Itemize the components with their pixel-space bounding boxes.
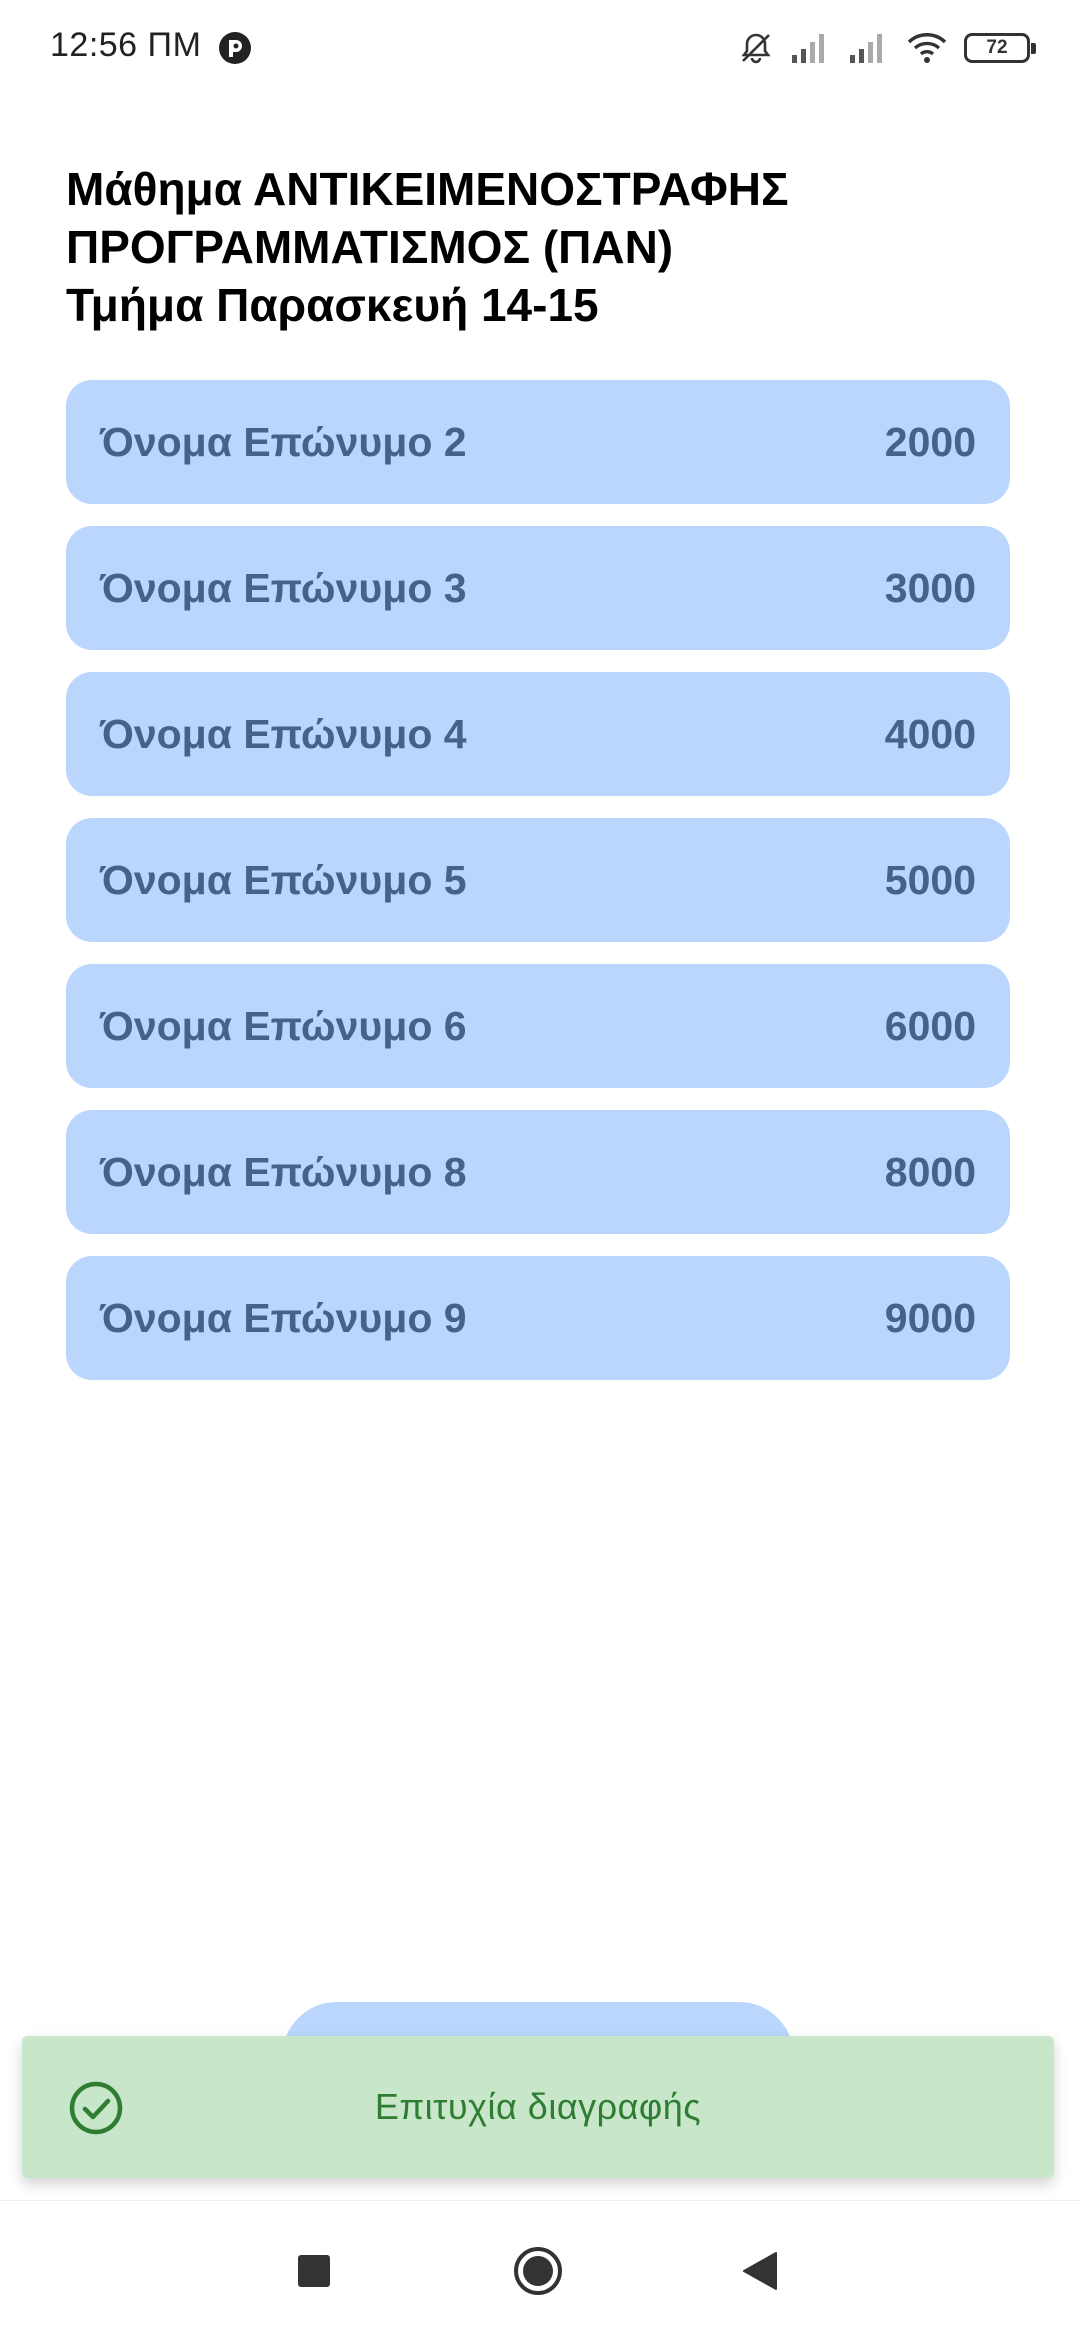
status-icons: 72 <box>738 28 1036 68</box>
square-icon <box>298 2255 330 2287</box>
student-name: Όνομα Επώνυμο 3 <box>100 564 467 611</box>
page-title: Μάθημα ΑΝΤΙΚΕΙΜΕΝΟΣΤΡΑΦΗΣ ΠΡΟΓΡΑΜΜΑΤΙΣΜΟ… <box>66 160 1026 334</box>
title-line-course: Μάθημα ΑΝΤΙΚΕΙΜΕΝΟΣΤΡΑΦΗΣ <box>66 163 789 215</box>
student-score: 4000 <box>884 710 976 757</box>
student-score: 3000 <box>884 564 976 611</box>
mute-bell-icon <box>741 33 771 64</box>
student-name: Όνομα Επώνυμο 9 <box>100 1294 467 1341</box>
status-time: 12:56 ΠΜ <box>50 26 202 64</box>
signal-icon-1 <box>792 34 824 63</box>
back-button[interactable] <box>730 2241 790 2301</box>
success-toast: Επιτυχία διαγραφής <box>22 2036 1054 2178</box>
app-screen: 12:56 ΠΜ 72 Μάθημα ΑΝΤΙΚΕΙΜΕΝΟΣΤΡΑΦΗΣ ΠΡ… <box>0 0 1080 2340</box>
status-bar: 12:56 ΠΜ 72 <box>0 0 1080 96</box>
student-score: 2000 <box>884 418 976 465</box>
student-list: Όνομα Επώνυμο 2 2000 Όνομα Επώνυμο 3 300… <box>66 380 1010 1402</box>
student-name: Όνομα Επώνυμο 6 <box>100 1002 467 1049</box>
student-row[interactable]: Όνομα Επώνυμο 2 2000 <box>66 380 1010 504</box>
student-score: 9000 <box>884 1294 976 1341</box>
wifi-icon <box>907 33 947 63</box>
title-line-section: Τμήμα Παρασκευή 14-15 <box>66 279 599 331</box>
battery-level: 72 <box>986 37 1008 58</box>
student-row[interactable]: Όνομα Επώνυμο 3 3000 <box>66 526 1010 650</box>
title-line-course-cont: ΠΡΟΓΡΑΜΜΑΤΙΣΜΟΣ (ΠΑΝ) <box>66 221 674 273</box>
student-name: Όνομα Επώνυμο 8 <box>100 1148 467 1195</box>
student-row[interactable]: Όνομα Επώνυμο 4 4000 <box>66 672 1010 796</box>
check-circle-icon <box>69 2081 123 2135</box>
battery-icon: 72 <box>964 33 1036 63</box>
signal-icon-2 <box>850 34 882 63</box>
student-row[interactable]: Όνομα Επώνυμο 9 9000 <box>66 1256 1010 1380</box>
student-name: Όνομα Επώνυμο 5 <box>100 856 467 903</box>
student-score: 5000 <box>884 856 976 903</box>
student-score: 8000 <box>884 1148 976 1195</box>
navigation-bar <box>0 2200 1080 2340</box>
recent-apps-button[interactable] <box>284 2241 344 2301</box>
student-name: Όνομα Επώνυμο 2 <box>100 418 467 465</box>
student-row[interactable]: Όνομα Επώνυμο 6 6000 <box>66 964 1010 1088</box>
app-notification-icon <box>219 32 251 64</box>
student-row[interactable]: Όνομα Επώνυμο 5 5000 <box>66 818 1010 942</box>
circle-icon <box>514 2247 562 2295</box>
triangle-back-icon <box>743 2252 777 2290</box>
toast-message: Επιτυχία διαγραφής <box>374 2086 702 2127</box>
student-score: 6000 <box>884 1002 976 1049</box>
student-name: Όνομα Επώνυμο 4 <box>100 710 467 757</box>
student-row[interactable]: Όνομα Επώνυμο 8 8000 <box>66 1110 1010 1234</box>
home-button[interactable] <box>508 2241 568 2301</box>
